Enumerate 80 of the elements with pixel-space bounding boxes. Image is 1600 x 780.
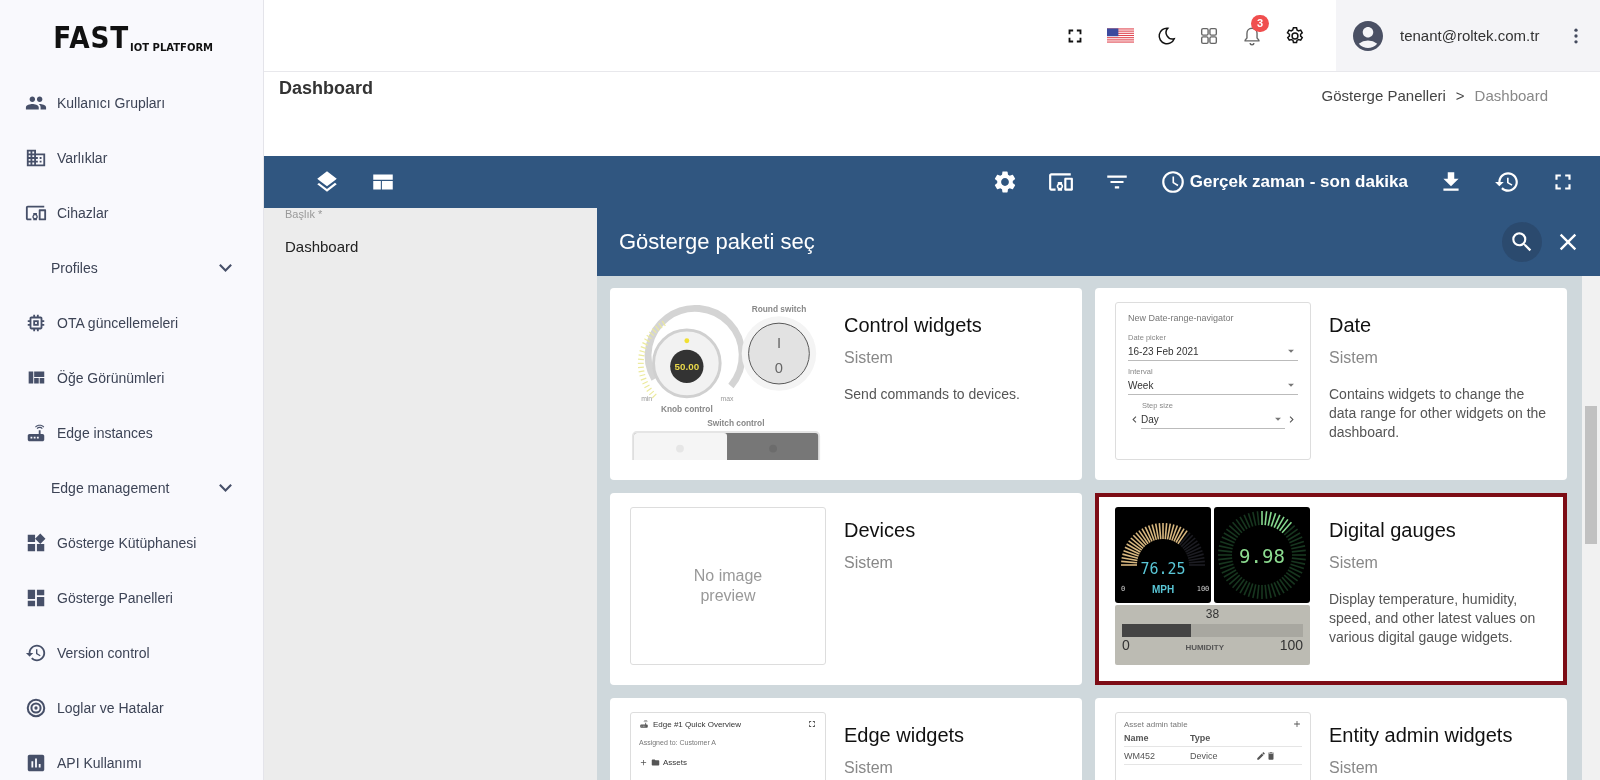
title-field[interactable]: Dashboard: [285, 238, 576, 255]
bundle-card[interactable]: Asset admin table Name Type WM452 Device Entity admin widgets Sistem: [1095, 698, 1567, 780]
plus-icon: [639, 758, 648, 767]
table-cell-text: WM452: [1124, 751, 1156, 761]
sidebar-item[interactable]: API Kullanımı: [0, 735, 263, 780]
switch-off-label: 0: [774, 360, 784, 377]
preview-heading: Asset admin table: [1124, 719, 1189, 729]
sidebar-item[interactable]: Cihazlar: [0, 185, 263, 240]
search-button[interactable]: [1502, 222, 1542, 262]
sidebar-item[interactable]: Loglar ve Hatalar: [0, 680, 263, 735]
logo-subtitle: IOT PLATFORM: [130, 43, 214, 53]
target-icon: [25, 696, 47, 719]
router-icon: [639, 719, 649, 729]
page-title: Dashboard: [279, 78, 374, 100]
humidity-max-label: 100: [1279, 637, 1303, 653]
preview-heading: New Date-range-navigator: [1128, 313, 1235, 323]
history-icon[interactable]: [1494, 169, 1520, 195]
sidebar-group[interactable]: Edge management: [0, 460, 263, 515]
humidity-label: HUMIDITY: [1185, 643, 1225, 652]
card-owner: Sistem: [1329, 759, 1379, 777]
sidebar-item[interactable]: OTA güncellemeleri: [0, 295, 263, 350]
breadcrumb-separator: >: [1455, 87, 1465, 106]
card-owner: Sistem: [844, 554, 894, 572]
card-description: Contains widgets to change the data range for other widgets on the dashboard.: [1329, 385, 1547, 442]
scrollbar[interactable]: [1582, 276, 1600, 780]
preview-heading: Edge #1 Quick Overview: [653, 719, 743, 729]
card-owner: Sistem: [844, 349, 894, 367]
clock-icon[interactable]: [1159, 169, 1186, 195]
card-owner: Sistem: [1329, 554, 1379, 572]
speed-value: 76.25: [1140, 560, 1186, 578]
logo-text: FAST: [53, 22, 130, 53]
card-description: Send commands to devices.: [844, 385, 1021, 404]
card-description: Display temperature, humidity, speed, and other latest values on various digital gauge widgets.: [1329, 590, 1537, 647]
card-title: Date: [1329, 314, 1373, 337]
humidity-value: 38: [1204, 607, 1221, 621]
switch-on-label: I: [776, 334, 781, 351]
ring-value: 9.98: [1239, 545, 1285, 567]
switch-control-label: Switch control: [707, 418, 765, 429]
column-header: Name: [1124, 733, 1150, 743]
bundle-card[interactable]: No image preview Devices Sistem: [610, 493, 1082, 685]
card-owner: Sistem: [844, 759, 894, 777]
sidebar-item[interactable]: Edge instances: [0, 405, 263, 460]
tree-item: Assets: [663, 758, 687, 767]
preview-select-field: 16-23 Feb 2021: [1128, 342, 1298, 361]
column-header: Type: [1190, 733, 1212, 743]
notification-badge: 3: [1251, 14, 1269, 32]
folder-icon: [651, 758, 660, 767]
timewindow-button[interactable]: Gerçek zaman - son dakika: [1189, 172, 1408, 192]
field-label: Başlık *: [285, 208, 324, 220]
preview-select-field: Day: [1141, 410, 1285, 429]
breadcrumb-link[interactable]: Dashboard: [1474, 87, 1548, 156]
sidebar-item[interactable]: Gösterge Panelleri: [0, 570, 263, 625]
sidebar-item[interactable]: Varlıklar: [0, 130, 263, 185]
preview-select-field: Week: [1128, 376, 1298, 395]
card-title: Digital gauges: [1329, 519, 1457, 542]
breadcrumb-link[interactable]: Gösterge Panelleri: [1321, 87, 1446, 156]
no-preview-text: No image preview: [692, 566, 764, 606]
card-title: Edge widgets: [844, 724, 966, 747]
widgets-icon: [25, 531, 47, 554]
fullscreen-icon: [807, 719, 817, 729]
edit-icon: [1256, 751, 1266, 761]
sidebar-item[interactable]: Kullanıcı Grupları: [0, 75, 263, 130]
knob-value: 50.00: [674, 361, 700, 373]
panel-title: Gösterge paketi seç: [619, 229, 816, 255]
sidebar-item[interactable]: Öğe Görünümleri: [0, 350, 263, 405]
card-title: Control widgets: [844, 314, 983, 337]
user-email[interactable]: tenant@roltek.com.tr: [1400, 27, 1566, 44]
sidebar-item[interactable]: Gösterge Kütüphanesi: [0, 515, 263, 570]
delete-icon: [1266, 751, 1276, 761]
card-owner: Sistem: [1329, 349, 1379, 367]
flag-icon[interactable]: [1107, 27, 1134, 44]
gauge-unit-label: MPH: [1151, 584, 1175, 595]
humidity-min-label: 0: [1122, 637, 1130, 653]
table-cell-text: Device: [1190, 751, 1219, 761]
card-title: Devices: [844, 519, 917, 542]
card-title: Entity admin widgets: [1329, 724, 1514, 747]
sidebar-item[interactable]: Version control: [0, 625, 263, 680]
sidebar-group[interactable]: Profiles: [0, 240, 263, 295]
knob-label: Knob control: [660, 404, 713, 415]
round-switch-label: Round switch: [751, 304, 807, 315]
